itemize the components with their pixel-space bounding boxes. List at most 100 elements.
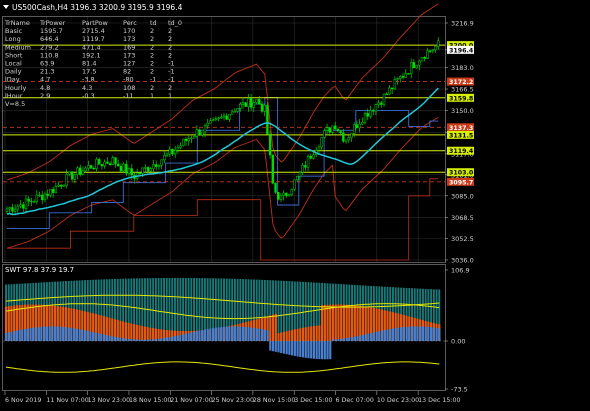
candle-body xyxy=(293,179,296,190)
price-badge-label: 3196.4 xyxy=(449,47,474,54)
candle-body xyxy=(30,200,33,203)
table-cell: 21.3 xyxy=(40,68,54,76)
candle-body xyxy=(225,115,228,120)
candle-body xyxy=(331,125,334,133)
candle-body xyxy=(323,130,326,138)
table-cell: 63.9 xyxy=(40,60,54,68)
time-label: 11 Nov 07:00 xyxy=(46,397,88,404)
candle-body xyxy=(203,125,207,133)
candle-body xyxy=(355,124,359,129)
table-cell: 2 xyxy=(150,43,154,51)
candle-body xyxy=(22,204,25,209)
candle-body xyxy=(119,165,123,172)
candle-body xyxy=(380,102,383,105)
candle-body xyxy=(260,103,264,112)
price-chart[interactable]: US500Cash,H4 3196.3 3200.9 3195.9 3196.4… xyxy=(0,0,590,407)
table-cell: -1 xyxy=(168,68,174,76)
candle-body xyxy=(214,118,218,121)
candle-body xyxy=(393,79,397,90)
table-cell: 646.4 xyxy=(40,35,59,43)
table-cell: -11 xyxy=(123,92,134,100)
candle-body xyxy=(428,50,432,52)
candle-body xyxy=(382,93,386,105)
time-label: 6 Nov 2019 xyxy=(5,397,41,404)
chart-window[interactable]: US500Cash,H4 3196.3 3200.9 3195.9 3196.4… xyxy=(0,0,590,407)
candle-body xyxy=(8,207,11,210)
table-cell: 173 xyxy=(123,35,135,43)
candle-body xyxy=(217,117,220,119)
window-title: US500Cash,H4 3196.3 3200.9 3195.9 3196.4 xyxy=(3,3,183,12)
candle-body xyxy=(258,99,261,105)
candle-body xyxy=(399,76,402,79)
candle-body xyxy=(282,192,285,196)
candle-body xyxy=(149,168,152,172)
table-cell: 17.5 xyxy=(82,68,96,76)
candle-body xyxy=(65,174,68,186)
candle-body xyxy=(328,127,331,133)
candle-body xyxy=(285,192,288,197)
candle-body xyxy=(339,130,342,133)
candle-body xyxy=(176,147,180,151)
candle-body xyxy=(168,148,171,155)
axis-tick-label: 3036.0 xyxy=(451,257,474,265)
candle-body xyxy=(369,110,372,117)
candle-body xyxy=(138,172,142,175)
price-badge-label: 3131.5 xyxy=(449,132,473,139)
candle-body xyxy=(401,76,405,78)
table-header-cell: PartPow xyxy=(82,19,108,27)
candle-body xyxy=(407,73,410,75)
candle-body xyxy=(24,198,28,209)
candle-body xyxy=(79,167,82,175)
candle-body xyxy=(62,185,66,187)
axis-tick-label: 3183.0 xyxy=(451,64,474,72)
table-cell: 1 xyxy=(168,92,172,100)
table-cell: Basic xyxy=(5,27,23,35)
table-cell: 82 xyxy=(123,68,131,76)
candle-body xyxy=(35,194,39,202)
candle-body xyxy=(173,150,177,155)
price-badge-label: 3103.0 xyxy=(449,170,474,177)
candle-body xyxy=(87,165,90,169)
candle-body xyxy=(154,164,158,167)
candle-body xyxy=(287,194,291,197)
table-cell: Short xyxy=(5,51,23,59)
table-cell: -3.8 xyxy=(82,76,95,84)
candle-body xyxy=(103,161,106,167)
candle-body xyxy=(125,163,128,174)
table-cell: Daily xyxy=(5,68,22,76)
table-cell: 2 xyxy=(150,35,154,43)
candle-body xyxy=(122,163,125,172)
time-label: 18 Nov 15:00 xyxy=(129,397,171,404)
candle-body xyxy=(371,110,375,112)
table-cell: -1 xyxy=(168,76,174,84)
table-cell: 1595.7 xyxy=(40,27,63,35)
table-cell: 110.8 xyxy=(40,51,59,59)
candle-body xyxy=(426,50,429,59)
candle-body xyxy=(76,167,79,175)
candle-body xyxy=(141,167,144,174)
table-cell: -1 xyxy=(150,76,156,84)
candle-body xyxy=(268,133,272,156)
candle-body xyxy=(342,132,345,142)
candle-body xyxy=(228,114,231,120)
candle-body xyxy=(390,87,394,90)
candle-body xyxy=(68,171,71,175)
table-cell: 2 xyxy=(150,51,154,59)
candle-body xyxy=(57,184,60,187)
candle-body xyxy=(106,161,109,164)
table-cell: 2 xyxy=(150,60,154,68)
window-title-text: US500Cash,H4 3196.3 3200.9 3195.9 3196.4 xyxy=(12,3,183,12)
table-cell: 2 xyxy=(168,51,172,59)
table-cell: 4.3 xyxy=(82,84,92,92)
candle-body xyxy=(431,49,435,52)
candle-body xyxy=(271,154,275,184)
candle-body xyxy=(108,163,112,165)
candle-body xyxy=(195,129,199,137)
candle-body xyxy=(89,165,93,169)
price-badge-label: 3159.8 xyxy=(449,95,473,102)
candle-body xyxy=(46,193,49,196)
candle-body xyxy=(377,102,380,105)
table-cell: 471.4 xyxy=(82,43,101,51)
candle-body xyxy=(336,128,340,132)
axis-tick-label: 3085.0 xyxy=(451,192,474,200)
